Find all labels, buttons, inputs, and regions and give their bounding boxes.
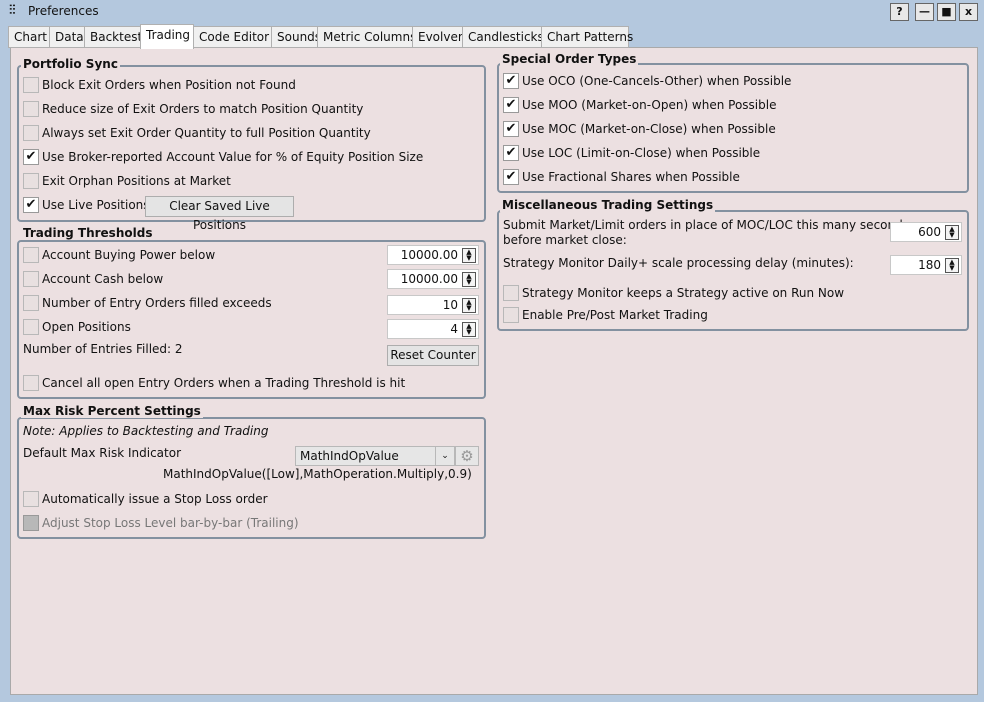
reset-counter-button[interactable]: Reset Counter: [387, 345, 479, 366]
spinner-icon[interactable]: ▲ ▼: [945, 225, 959, 240]
block-exit-checkbox[interactable]: [23, 77, 39, 93]
processing-delay-label: Strategy Monitor Daily+ scale processing…: [503, 256, 854, 270]
close-button[interactable]: x: [959, 3, 978, 21]
tab-backtest[interactable]: Backtest: [84, 26, 142, 48]
prepost-label: Enable Pre/Post Market Trading: [522, 308, 708, 322]
indicator-select[interactable]: MathIndOpValue ⌄: [295, 446, 455, 466]
reduce-exit-label: Reduce size of Exit Orders to match Posi…: [42, 102, 364, 116]
keep-active-label: Strategy Monitor keeps a Strategy active…: [522, 286, 845, 300]
entry-orders-label: Number of Entry Orders filled exceeds: [42, 296, 272, 310]
keep-active-checkbox[interactable]: [503, 285, 519, 301]
full-quantity-checkbox[interactable]: [23, 125, 39, 141]
buying-power-input[interactable]: 10000.00 ▲ ▼: [387, 245, 479, 265]
spinner-icon[interactable]: ▲ ▼: [462, 272, 476, 287]
account-cash-label: Account Cash below: [42, 272, 164, 286]
broker-account-value-label: Use Broker-reported Account Value for % …: [42, 150, 424, 164]
use-live-positions-checkbox[interactable]: ✔: [23, 197, 39, 213]
spinner-icon[interactable]: ▲ ▼: [462, 298, 476, 313]
processing-delay-value: 180: [918, 258, 941, 272]
fractional-shares-checkbox[interactable]: ✔: [503, 169, 519, 185]
tab-candlesticks[interactable]: Candlesticks: [462, 26, 544, 48]
trailing-checkbox: [23, 515, 39, 531]
loc-label: Use LOC (Limit-on-Close) when Possible: [522, 146, 761, 160]
spinner-icon[interactable]: ▲ ▼: [462, 248, 476, 263]
oco-label: Use OCO (One-Cancels-Other) when Possibl…: [522, 74, 792, 88]
tab-evolver[interactable]: Evolver: [412, 26, 463, 48]
submit-seconds-input[interactable]: 600 ▲ ▼: [890, 222, 962, 242]
buying-power-value: 10000.00: [400, 248, 458, 262]
indicator-label: Default Max Risk Indicator: [23, 446, 181, 460]
tab-chart-patterns[interactable]: Chart Patterns: [541, 26, 633, 48]
special-order-types-title: Special Order Types: [500, 52, 639, 66]
help-button[interactable]: ?: [890, 3, 909, 21]
reduce-exit-checkbox[interactable]: [23, 101, 39, 117]
open-positions-input[interactable]: 4 ▲ ▼: [387, 319, 479, 339]
spinner-icon[interactable]: ▲ ▼: [945, 258, 959, 273]
processing-delay-input[interactable]: 180 ▲ ▼: [890, 255, 962, 275]
open-positions-label: Open Positions: [42, 320, 131, 334]
submit-seconds-label-2: before market close:: [503, 233, 627, 247]
max-risk-note: Note: Applies to Backtesting and Trading: [23, 424, 269, 438]
window-title: Preferences: [28, 4, 99, 18]
exit-orphan-checkbox[interactable]: [23, 173, 39, 189]
stop-loss-label: Automatically issue a Stop Loss order: [42, 492, 268, 506]
submit-seconds-label: Submit Market/Limit orders in place of M…: [503, 218, 909, 232]
submit-seconds-value: 600: [918, 225, 941, 239]
tab-chart[interactable]: Chart: [8, 26, 50, 48]
prepost-checkbox[interactable]: [503, 307, 519, 323]
open-positions-value: 4: [450, 322, 458, 336]
max-risk-title: Max Risk Percent Settings: [21, 404, 203, 418]
cancel-entry-orders-label: Cancel all open Entry Orders when a Trad…: [42, 376, 406, 390]
broker-account-value-checkbox[interactable]: ✔: [23, 149, 39, 165]
moo-checkbox[interactable]: ✔: [503, 97, 519, 113]
entry-orders-value: 10: [442, 298, 458, 312]
entry-orders-input[interactable]: 10 ▲ ▼: [387, 295, 479, 315]
account-cash-input[interactable]: 10000.00 ▲ ▼: [387, 269, 479, 289]
indicator-value: MathIndOpValue: [300, 449, 399, 463]
account-cash-value: 10000.00: [400, 272, 458, 286]
cancel-entry-orders-checkbox[interactable]: [23, 375, 39, 391]
tab-metric-columns[interactable]: Metric Columns: [317, 26, 416, 48]
preferences-icon: ⫶⫶: [9, 3, 16, 18]
block-exit-label: Block Exit Orders when Position not Foun…: [42, 78, 296, 92]
moc-label: Use MOC (Market-on-Close) when Possible: [522, 122, 776, 136]
trading-thresholds-title: Trading Thresholds: [21, 226, 155, 240]
chevron-down-icon[interactable]: ⌄: [435, 447, 454, 465]
use-live-positions-label: Use Live Positions: [42, 198, 150, 212]
tab-code-editor[interactable]: Code Editor: [193, 26, 272, 48]
oco-checkbox[interactable]: ✔: [503, 73, 519, 89]
buying-power-checkbox[interactable]: [23, 247, 39, 263]
full-quantity-label: Always set Exit Order Quantity to full P…: [42, 126, 371, 140]
entry-orders-checkbox[interactable]: [23, 295, 39, 311]
title-bar: ⫶⫶ Preferences ? — ■ x: [0, 0, 984, 23]
minimize-button[interactable]: —: [915, 3, 934, 21]
account-cash-checkbox[interactable]: [23, 271, 39, 287]
exit-orphan-label: Exit Orphan Positions at Market: [42, 174, 231, 188]
tab-trading[interactable]: Trading: [140, 24, 194, 49]
tab-sounds[interactable]: Sounds: [271, 26, 321, 48]
open-positions-checkbox[interactable]: [23, 319, 39, 335]
moc-checkbox[interactable]: ✔: [503, 121, 519, 137]
fractional-shares-label: Use Fractional Shares when Possible: [522, 170, 740, 184]
loc-checkbox[interactable]: ✔: [503, 145, 519, 161]
gear-icon[interactable]: ⚙: [455, 446, 479, 466]
clear-live-positions-button[interactable]: Clear Saved Live Positions: [145, 196, 294, 232]
tab-data[interactable]: Data: [49, 26, 85, 48]
moo-label: Use MOO (Market-on-Open) when Possible: [522, 98, 777, 112]
buying-power-label: Account Buying Power below: [42, 248, 216, 262]
entries-filled-text: Number of Entries Filled: 2: [23, 342, 183, 356]
portfolio-sync-title: Portfolio Sync: [21, 57, 120, 71]
maximize-button[interactable]: ■: [937, 3, 956, 21]
indicator-expression: MathIndOpValue([Low],MathOperation.Multi…: [163, 467, 472, 481]
misc-trading-title: Miscellaneous Trading Settings: [500, 198, 716, 212]
trailing-label: Adjust Stop Loss Level bar-by-bar (Trail…: [42, 516, 299, 530]
stop-loss-checkbox[interactable]: [23, 491, 39, 507]
spinner-icon[interactable]: ▲ ▼: [462, 322, 476, 337]
